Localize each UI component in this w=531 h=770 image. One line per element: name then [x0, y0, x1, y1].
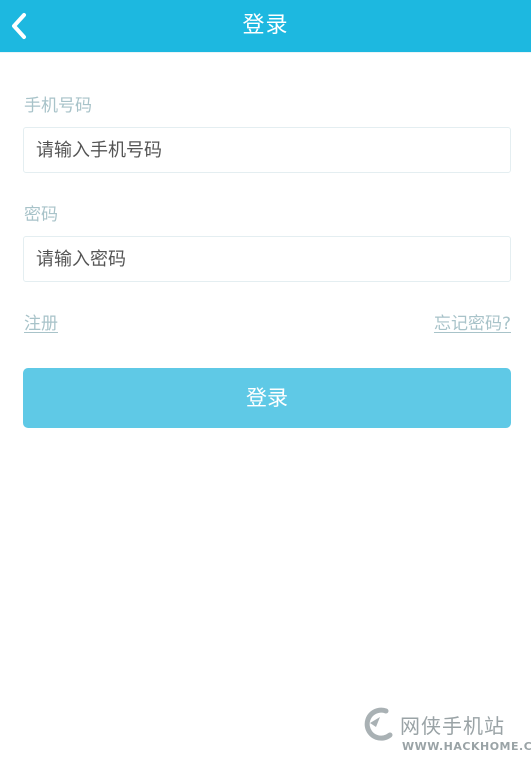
back-button[interactable]: [6, 9, 36, 43]
register-link[interactable]: 注册: [24, 309, 58, 334]
password-field-box: [23, 236, 511, 282]
header-divider: [0, 52, 531, 53]
watermark: 网侠手机站 WWW.HACKHOME.COM: [360, 700, 531, 760]
forgot-password-link[interactable]: 忘记密码?: [434, 309, 511, 334]
watermark-logo-icon: [364, 707, 393, 741]
password-input[interactable]: [24, 237, 510, 281]
watermark-url: WWW.HACKHOME.COM: [402, 740, 531, 753]
password-label: 密码: [24, 205, 58, 225]
page-title: 登录: [242, 13, 289, 38]
phone-field-box: [23, 127, 511, 173]
login-button[interactable]: 登录: [23, 368, 511, 428]
chevron-left-icon: [12, 13, 26, 39]
watermark-name: 网侠手机站: [400, 714, 505, 738]
phone-input[interactable]: [24, 128, 510, 172]
app-header: 登录: [0, 0, 531, 52]
phone-label: 手机号码: [24, 96, 92, 116]
